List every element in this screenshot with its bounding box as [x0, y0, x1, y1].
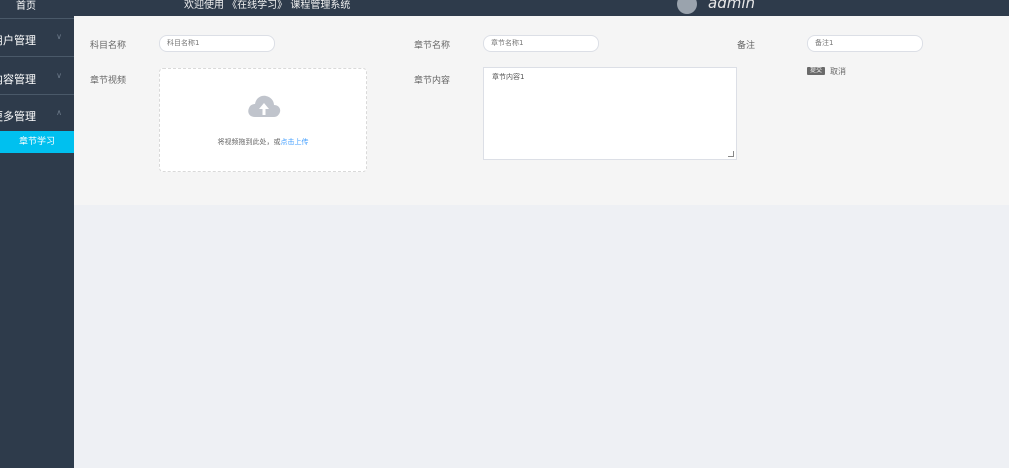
remark-input[interactable]: 备注1 [807, 35, 923, 52]
sidebar-item-user-management[interactable]: 用户管理 ∨ [0, 18, 74, 56]
chapter-content-textarea[interactable]: 章节内容1 [483, 67, 737, 160]
resize-handle-icon[interactable] [728, 151, 734, 157]
sidebar-subitem-chapter-study[interactable]: 章节学习 [0, 131, 74, 153]
chevron-down-icon: ∨ [56, 32, 62, 41]
chapter-video-label: 章节视频 [90, 76, 127, 86]
chapter-content-value: 章节内容1 [492, 73, 525, 81]
sidebar-item-more-management[interactable]: 更多管理 ∧ [0, 94, 74, 130]
sidebar-item-label: 用户管理 [0, 34, 36, 47]
video-upload-dropzone[interactable]: 将视频拖到此处，或点击上传 [159, 68, 367, 172]
username[interactable]: admin [708, 0, 755, 12]
click-upload-link[interactable]: 点击上传 [281, 138, 309, 146]
upload-hint-text: 将视频拖到此处，或 [217, 138, 281, 146]
chapter-content-label: 章节内容 [414, 76, 451, 86]
submit-button[interactable]: 提交 [807, 67, 825, 75]
sidebar-item-home[interactable]: 首页 [0, 0, 74, 18]
cloud-upload-icon [248, 95, 281, 117]
chapter-name-label: 章节名称 [414, 41, 451, 51]
sidebar-item-label: 更多管理 [0, 110, 36, 123]
chapter-name-input[interactable]: 章节名称1 [483, 35, 599, 52]
sidebar-item-content-management[interactable]: 内容管理 ∨ [0, 56, 74, 94]
remark-label: 备注 [737, 41, 756, 51]
subject-name-label: 科目名称 [90, 41, 127, 51]
chapter-form: 科目名称 科目名称1 章节名称 章节名称1 备注 备注1 章节视频 将视频拖到此… [74, 16, 1009, 205]
welcome-text: 欢迎使用 《在线学习》 课程管理系统 [184, 0, 351, 11]
top-header: 欢迎使用 《在线学习》 课程管理系统 admin [74, 0, 1009, 16]
chevron-down-icon: ∨ [56, 71, 62, 80]
upload-hint: 将视频拖到此处，或点击上传 [160, 137, 366, 147]
chevron-up-icon: ∧ [56, 108, 62, 117]
sidebar-item-label: 内容管理 [0, 73, 36, 86]
sidebar-item-label: 首页 [16, 1, 36, 12]
cancel-button[interactable]: 取消 [830, 66, 846, 77]
subject-name-input[interactable]: 科目名称1 [159, 35, 275, 52]
avatar[interactable] [677, 0, 697, 14]
sidebar: 首页 用户管理 ∨ 内容管理 ∨ 更多管理 ∧ 章节学习 [0, 0, 74, 468]
